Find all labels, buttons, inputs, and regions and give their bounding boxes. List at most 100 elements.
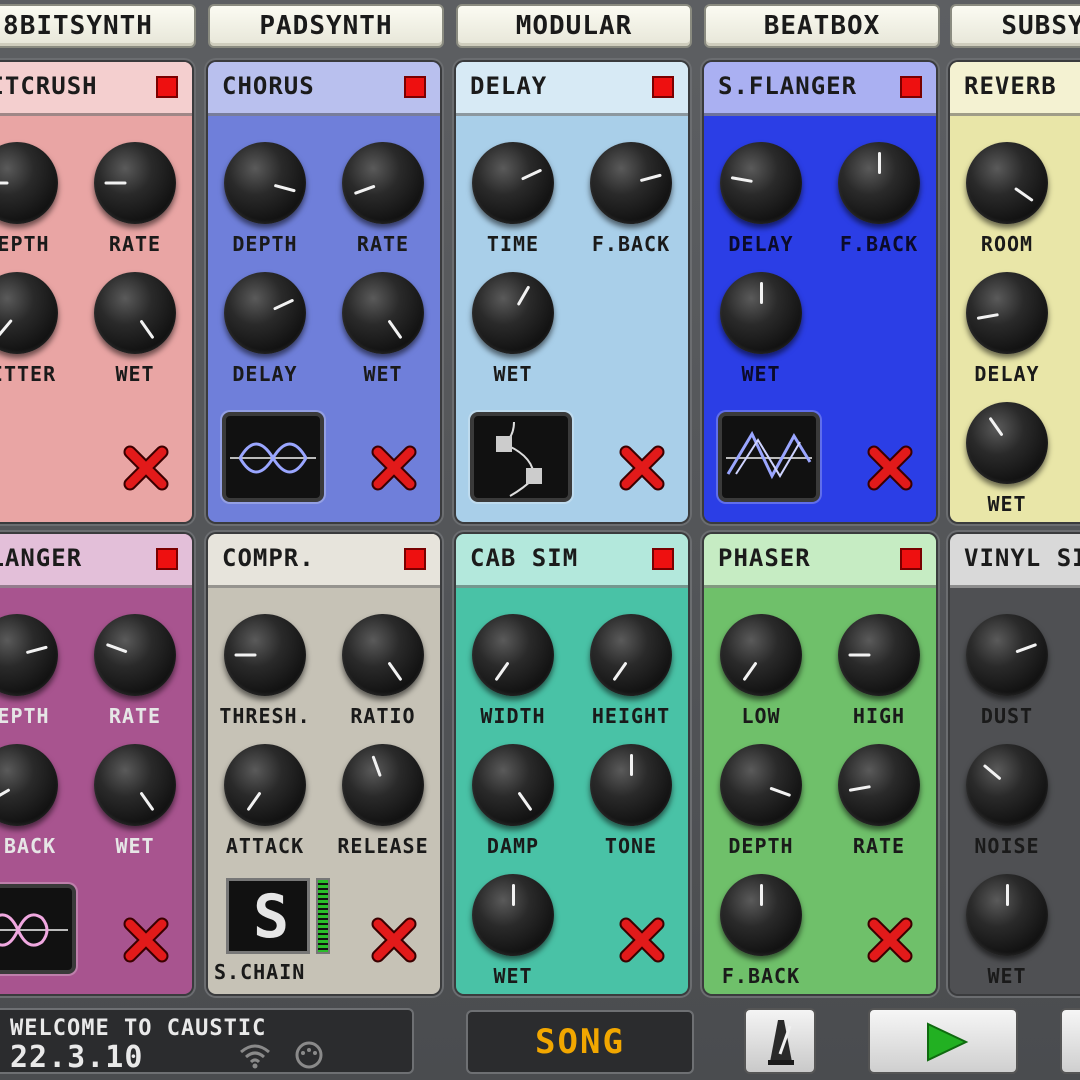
- knob-indicator: [769, 786, 792, 798]
- knob-delay[interactable]: [720, 142, 802, 224]
- knob-low[interactable]: [720, 614, 802, 696]
- remove-effect-button[interactable]: [864, 914, 916, 966]
- knob-wet[interactable]: [966, 874, 1048, 956]
- knob-fback[interactable]: [838, 142, 920, 224]
- knob-indicator: [848, 785, 871, 792]
- knob-depth[interactable]: [0, 614, 58, 696]
- knob-label: WET: [363, 362, 403, 386]
- power-toggle[interactable]: [404, 548, 426, 570]
- tab-8bitsynth[interactable]: 8BITSYNTH: [0, 4, 196, 48]
- knob-fback[interactable]: [720, 874, 802, 956]
- knob-indicator: [976, 313, 999, 320]
- knob-indicator: [139, 791, 155, 812]
- knob-release[interactable]: [342, 744, 424, 826]
- effect-title: S.FLANGER: [718, 72, 858, 100]
- knob-label: WET: [115, 362, 155, 386]
- power-toggle[interactable]: [404, 76, 426, 98]
- tab-padsynth[interactable]: PADSYNTH: [208, 4, 444, 48]
- knob-thresh[interactable]: [224, 614, 306, 696]
- knob-wet[interactable]: [94, 744, 176, 826]
- knob-delay[interactable]: [224, 272, 306, 354]
- power-toggle[interactable]: [156, 76, 178, 98]
- knob-attack[interactable]: [224, 744, 306, 826]
- knob-indicator: [246, 791, 262, 812]
- power-toggle[interactable]: [156, 548, 178, 570]
- tab-modular[interactable]: MODULAR: [456, 4, 692, 48]
- knob-depth[interactable]: [224, 142, 306, 224]
- knob-room[interactable]: [966, 142, 1048, 224]
- knob-indicator: [387, 319, 403, 340]
- power-toggle[interactable]: [652, 548, 674, 570]
- effect-panel-chorus: CHORUS DEPTH RATE DELAY WET: [208, 62, 440, 522]
- knob-indicator: [521, 168, 543, 181]
- knob-fback[interactable]: [0, 744, 58, 826]
- wifi-icon: [240, 1044, 270, 1069]
- x-icon: [867, 917, 913, 963]
- knob-dust[interactable]: [966, 614, 1048, 696]
- knob-rate[interactable]: [94, 614, 176, 696]
- knob-damp[interactable]: [472, 744, 554, 826]
- knob-label: F.BACK: [591, 232, 671, 256]
- record-button[interactable]: [1060, 1008, 1080, 1074]
- power-toggle[interactable]: [900, 76, 922, 98]
- panel-header: S.FLANGER: [704, 62, 936, 116]
- sidechain-display[interactable]: S: [226, 878, 310, 954]
- mode-selector[interactable]: [718, 412, 820, 502]
- knob-rate[interactable]: [342, 142, 424, 224]
- remove-effect-button[interactable]: [368, 442, 420, 494]
- knob-wet[interactable]: [472, 874, 554, 956]
- effect-title: COMPR.: [222, 544, 315, 572]
- tab-beatbox[interactable]: BEATBOX: [704, 4, 940, 48]
- effect-title: CAB SIM: [470, 544, 579, 572]
- mode-selector[interactable]: [0, 884, 76, 974]
- knob-rate[interactable]: [838, 744, 920, 826]
- knob-jitter[interactable]: [0, 272, 58, 354]
- delay-curve-icon: [496, 421, 542, 497]
- effect-panel-vinylsim: VINYL SIM DUST NOISE WET: [950, 534, 1080, 994]
- knob-time[interactable]: [472, 142, 554, 224]
- knob-depth[interactable]: [720, 744, 802, 826]
- metronome-icon: [768, 1020, 794, 1065]
- knob-delay[interactable]: [966, 272, 1048, 354]
- mode-selector[interactable]: [470, 412, 572, 502]
- knob-depth[interactable]: [0, 142, 58, 224]
- knob-fback[interactable]: [590, 142, 672, 224]
- knob-wet[interactable]: [472, 272, 554, 354]
- remove-effect-button[interactable]: [616, 914, 668, 966]
- knob-indicator: [387, 661, 403, 682]
- knob-height[interactable]: [590, 614, 672, 696]
- knob-noise[interactable]: [966, 744, 1048, 826]
- effect-panel-phaser: PHASER LOW HIGH DEPTH RATE F.BACK: [704, 534, 936, 994]
- play-button[interactable]: [868, 1008, 1018, 1074]
- power-toggle[interactable]: [652, 76, 674, 98]
- effect-panel-compr: COMPR. THRESH. RATIO ATTACK RELEASE S S.CHAIN: [208, 534, 440, 994]
- mode-selector[interactable]: [222, 412, 324, 502]
- tab-subsynth[interactable]: SUBSYNTH: [950, 4, 1080, 48]
- song-mode-button[interactable]: SONG: [466, 1010, 694, 1074]
- flanger-wave-icon: [726, 430, 812, 480]
- panel-header: CAB SIM: [456, 534, 688, 588]
- effect-title: REVERB: [964, 72, 1057, 100]
- knob-indicator: [0, 788, 11, 802]
- remove-effect-button[interactable]: [120, 914, 172, 966]
- knob-tone[interactable]: [590, 744, 672, 826]
- knob-width[interactable]: [472, 614, 554, 696]
- remove-effect-button[interactable]: [120, 442, 172, 494]
- panel-header: PHASER: [704, 534, 936, 588]
- remove-effect-button[interactable]: [864, 442, 916, 494]
- remove-effect-button[interactable]: [368, 914, 420, 966]
- knob-wet[interactable]: [966, 402, 1048, 484]
- x-icon: [867, 445, 913, 491]
- effect-title: VINYL SIM: [964, 544, 1080, 572]
- knob-rate[interactable]: [94, 142, 176, 224]
- knob-high[interactable]: [838, 614, 920, 696]
- knob-wet[interactable]: [342, 272, 424, 354]
- remove-effect-button[interactable]: [616, 442, 668, 494]
- knob-indicator: [273, 183, 296, 193]
- power-toggle[interactable]: [900, 548, 922, 570]
- metronome-button[interactable]: [744, 1008, 816, 1074]
- knob-wet[interactable]: [94, 272, 176, 354]
- knob-ratio[interactable]: [342, 614, 424, 696]
- knob-wet[interactable]: [720, 272, 802, 354]
- knob-indicator: [630, 754, 633, 776]
